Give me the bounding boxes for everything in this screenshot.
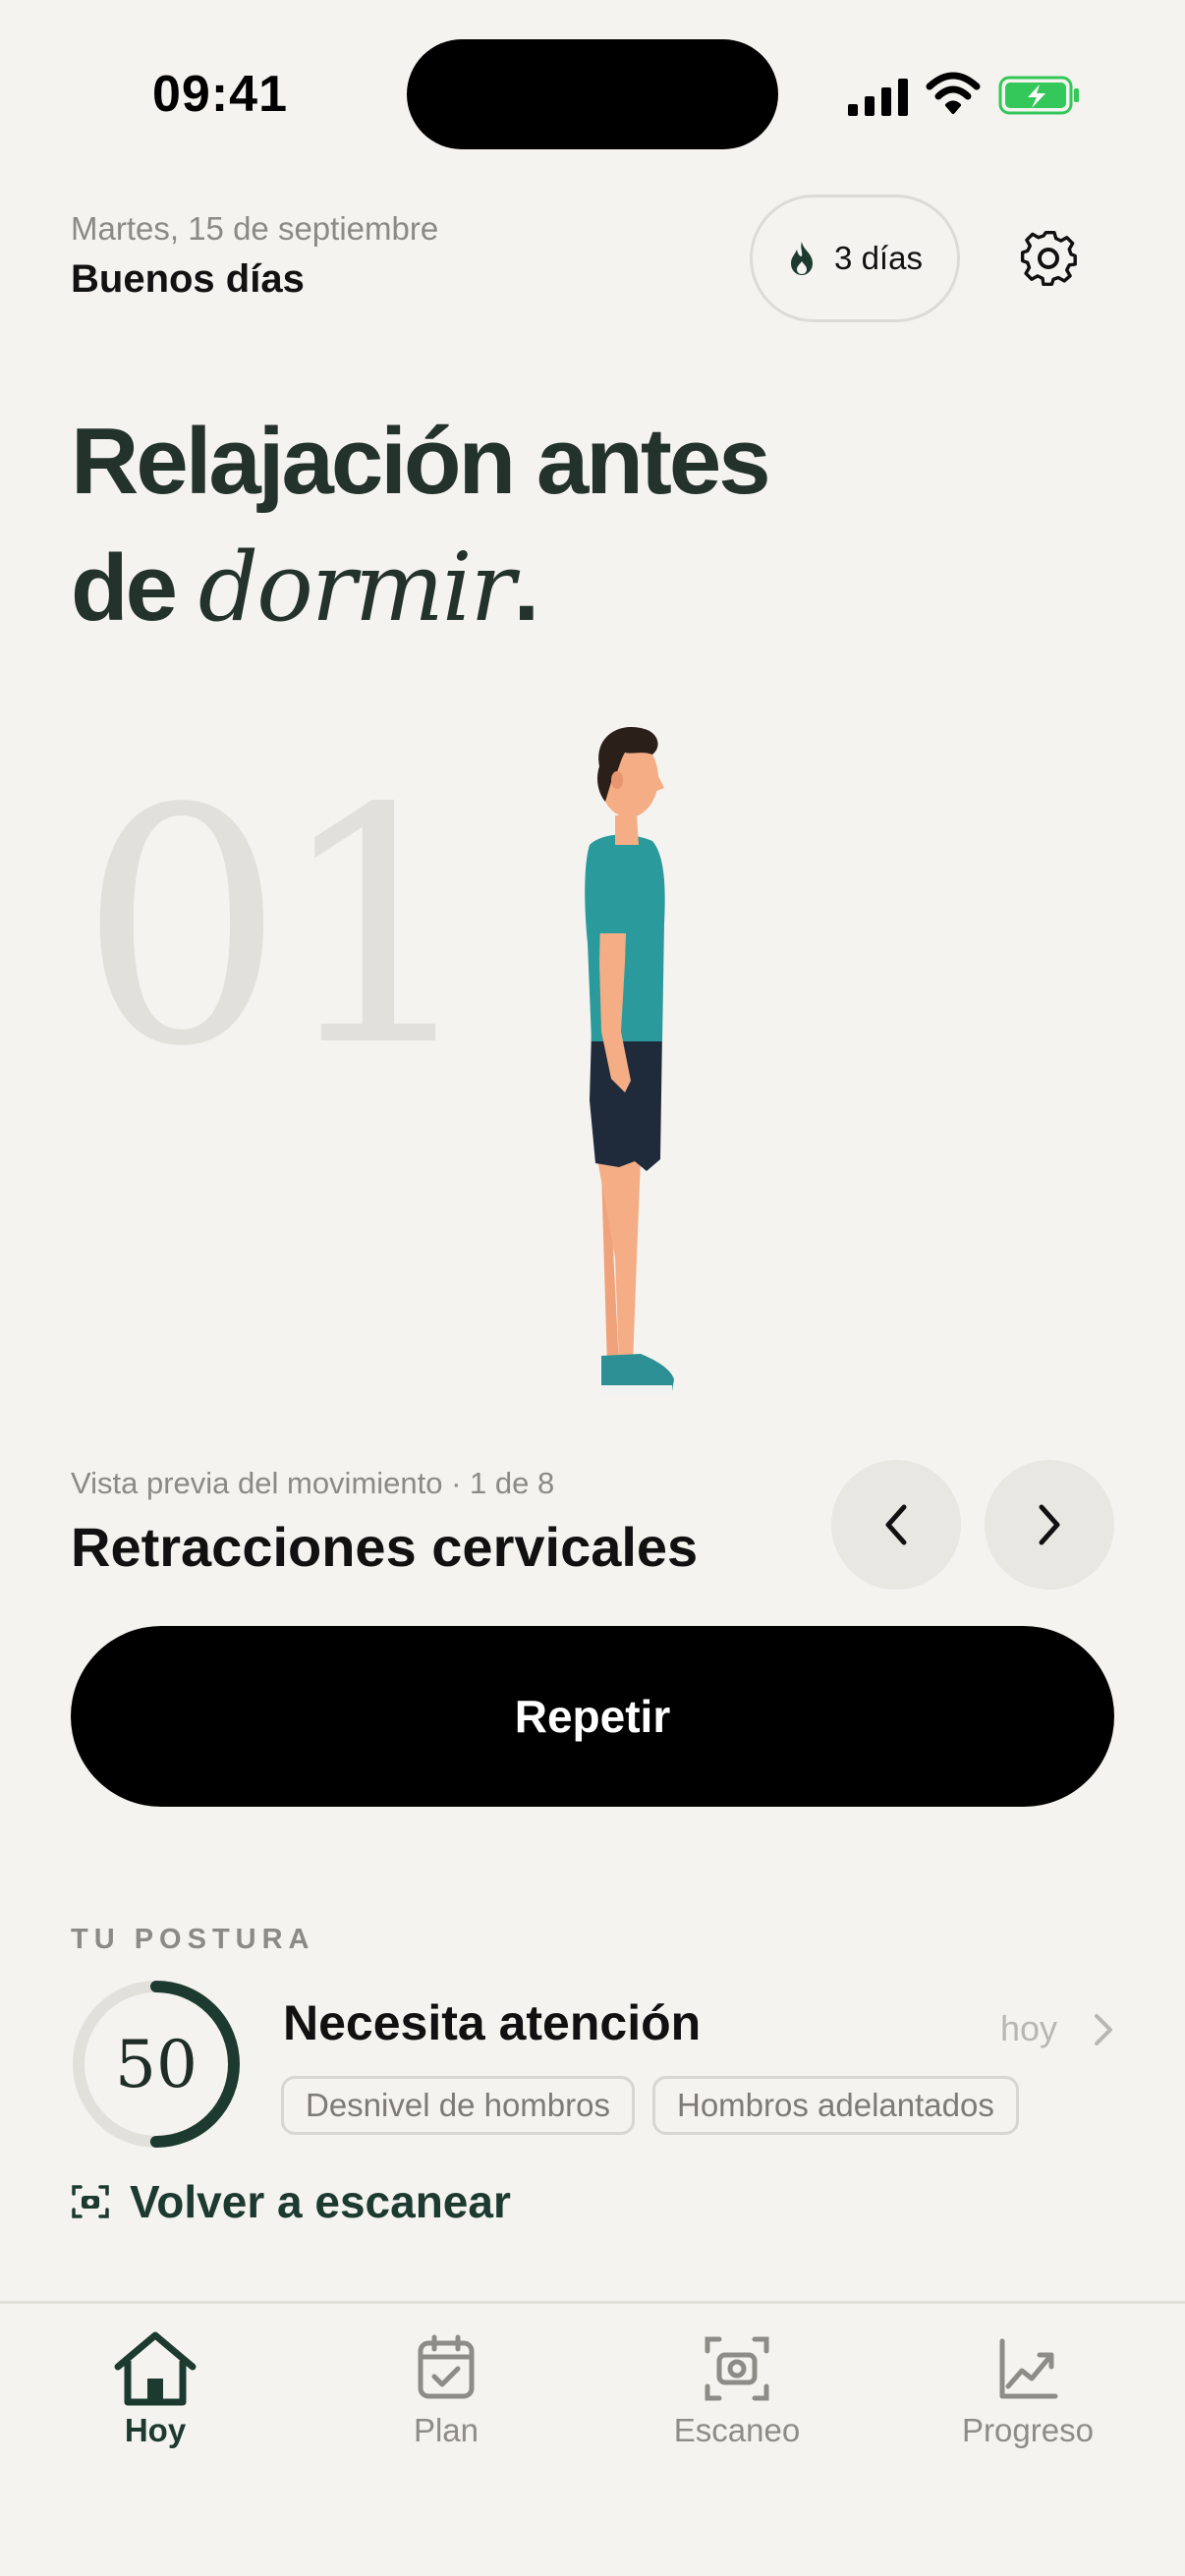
flame-icon	[791, 242, 814, 275]
status-time: 09:41	[152, 66, 288, 123]
chevron-left-icon	[885, 1504, 907, 1545]
title-line-2-prefix: de	[71, 535, 198, 641]
posture-score: 50	[115, 2026, 198, 2102]
tab-progress-label: Progreso	[962, 2412, 1094, 2448]
tab-home[interactable]: Hoy	[57, 2329, 254, 2449]
tab-progress[interactable]: Progreso	[930, 2329, 1126, 2449]
tab-bar: Hoy Plan Escaneo Progreso	[0, 2301, 1185, 2576]
rescan-button[interactable]: Volver a escanear	[71, 2175, 511, 2228]
greeting: Buenos días	[71, 257, 305, 301]
calendar-check-icon	[418, 2334, 475, 2399]
next-exercise-button[interactable]	[985, 1460, 1114, 1590]
scan-icon	[72, 2185, 109, 2218]
title-line-2: de dormir.	[71, 525, 768, 651]
current-date: Martes, 15 de septiembre	[71, 210, 439, 247]
exercise-figure-illustration	[585, 726, 674, 1395]
posture-status[interactable]: Necesita atención	[283, 1994, 701, 2051]
chevron-right-icon	[1039, 1504, 1060, 1545]
streak-label: 3 días	[834, 240, 923, 276]
status-bar: 09:41	[0, 0, 1185, 187]
camera-scan-icon	[705, 2336, 769, 2401]
chart-trend-icon	[999, 2338, 1058, 2399]
battery-charging-icon	[998, 76, 1079, 115]
posture-section-label: TU POSTURA	[71, 1924, 315, 1955]
previous-exercise-button[interactable]	[831, 1460, 961, 1590]
signal-icon	[848, 79, 908, 116]
tab-plan[interactable]: Plan	[348, 2329, 544, 2449]
chevron-right-icon[interactable]	[1091, 2010, 1116, 2049]
preview-meta: Vista previa del movimiento · 1 de 8	[71, 1466, 555, 1500]
repeat-button[interactable]: Repetir	[71, 1626, 1114, 1807]
gear-icon[interactable]	[1016, 226, 1081, 291]
title-line-1: Relajación antes	[71, 409, 771, 514]
wifi-icon	[926, 72, 981, 114]
posture-tags: Desnivel de hombros Hombros adelantados	[281, 2076, 1019, 2135]
title-line-2-italic: dormir	[198, 532, 516, 643]
posture-tag: Desnivel de hombros	[281, 2076, 635, 2135]
home-icon	[114, 2331, 197, 2406]
streak-badge[interactable]: 3 días	[750, 195, 960, 322]
tab-scan[interactable]: Escaneo	[639, 2329, 835, 2449]
posture-tag: Hombros adelantados	[652, 2076, 1019, 2135]
routine-title: Relajación antes de dormir.	[71, 399, 771, 651]
tab-plan-label: Plan	[413, 2412, 480, 2448]
posture-date: hoy	[1000, 2008, 1058, 2048]
title-line-2-suffix: .	[513, 535, 539, 641]
step-number: 01	[79, 740, 481, 1117]
exercise-name: Retracciones cervicales	[71, 1516, 699, 1578]
rescan-label: Volver a escanear	[130, 2176, 511, 2227]
tab-scan-label: Escaneo	[673, 2412, 801, 2448]
tab-home-label: Hoy	[124, 2412, 187, 2448]
dynamic-island	[407, 39, 778, 149]
